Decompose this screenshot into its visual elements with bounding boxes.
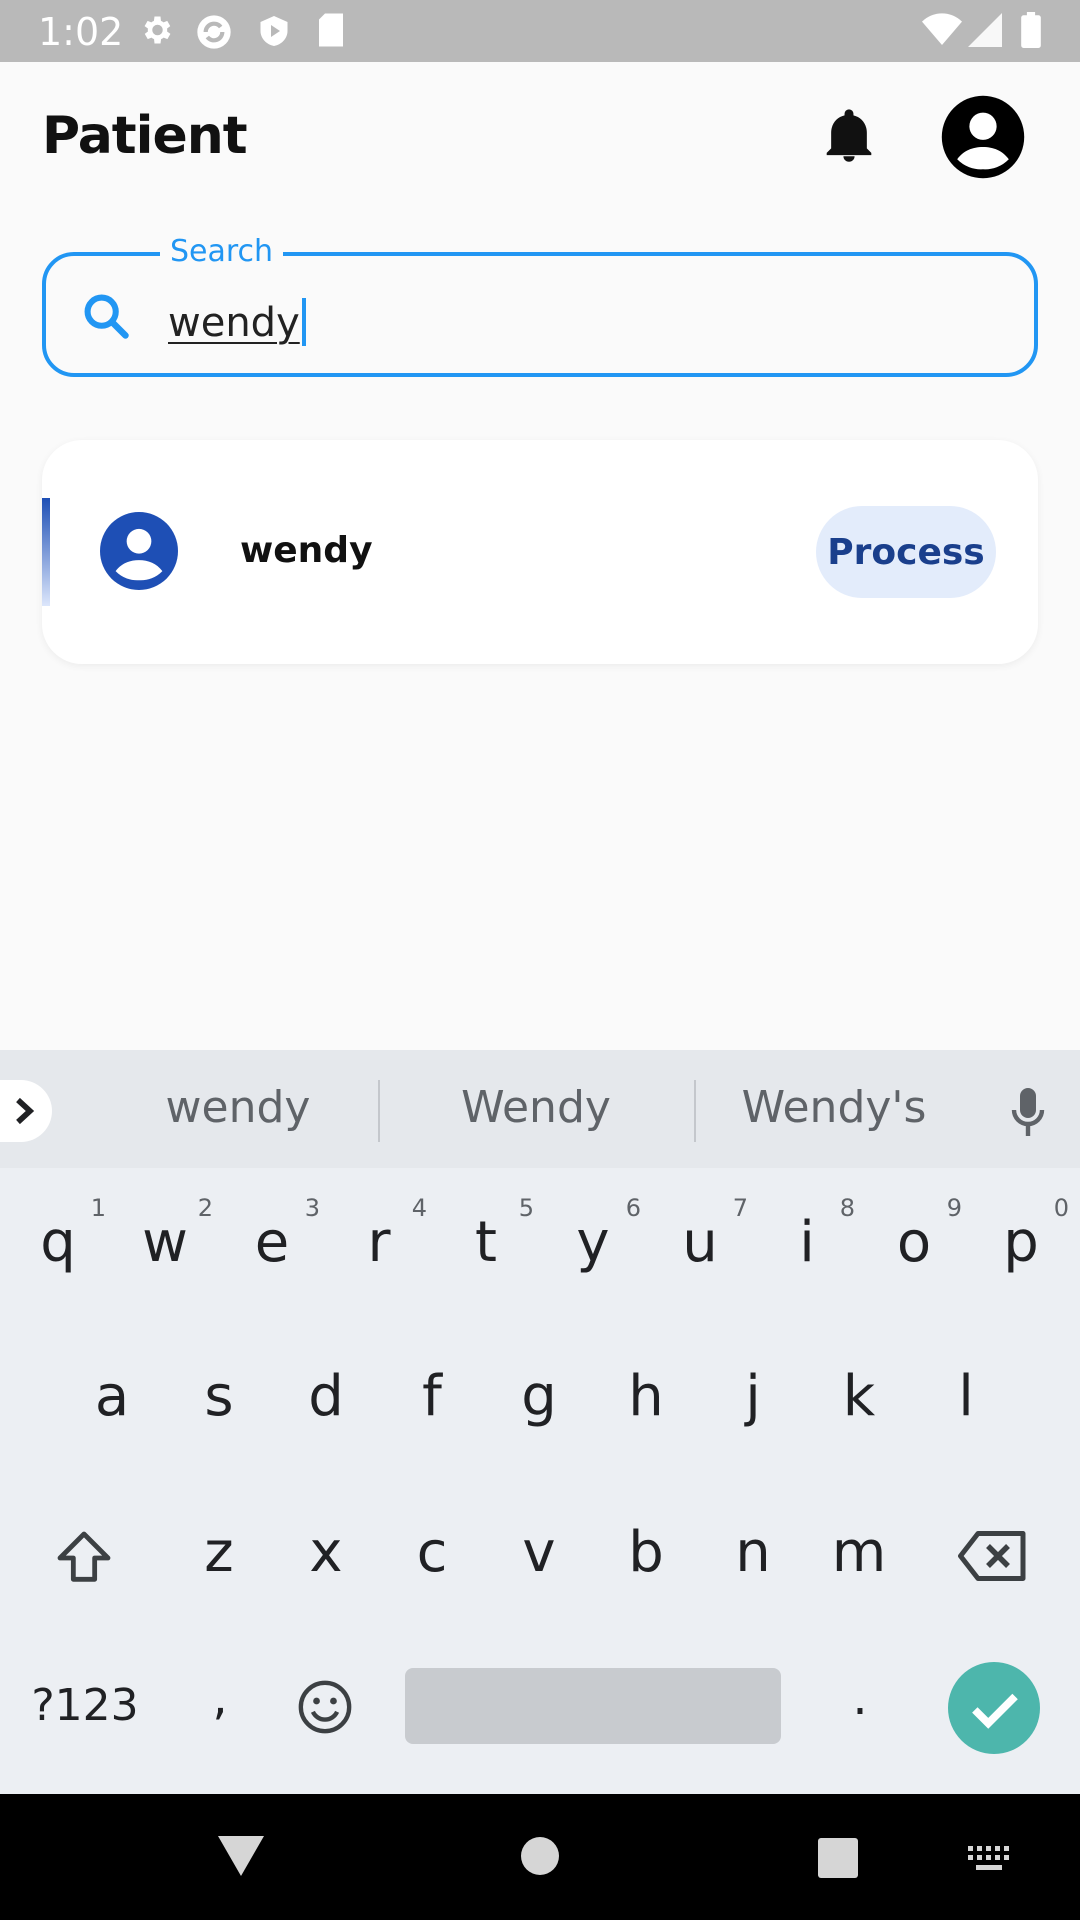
- key-period[interactable]: .: [840, 1670, 880, 1726]
- sync-icon: [197, 15, 231, 49]
- search-icon: [84, 294, 129, 339]
- key-j[interactable]: j: [723, 1364, 783, 1429]
- wifi-icon: [922, 13, 962, 45]
- status-time: 1:02: [38, 10, 124, 54]
- battery-icon: [1021, 12, 1041, 48]
- play-protect-icon: [260, 16, 288, 46]
- key-e[interactable]: e3: [242, 1194, 320, 1275]
- suggestion-3[interactable]: Wendy's: [734, 1082, 934, 1133]
- key-a[interactable]: a: [82, 1364, 142, 1429]
- suggestion-strip: wendy Wendy Wendy's: [0, 1050, 1080, 1168]
- home-icon[interactable]: [520, 1836, 560, 1876]
- key-n[interactable]: n: [723, 1520, 783, 1585]
- sd-card-icon: [319, 13, 343, 47]
- app-bar: Patient: [0, 62, 1080, 212]
- key-comma[interactable]: ,: [200, 1670, 240, 1726]
- suggestion-divider: [378, 1080, 380, 1142]
- account-circle-icon[interactable]: [940, 94, 1026, 180]
- signal-icon: [968, 13, 1002, 47]
- key-g[interactable]: g: [509, 1364, 569, 1429]
- key-r[interactable]: r4: [349, 1194, 427, 1275]
- person-avatar-icon: [100, 512, 178, 590]
- key-v[interactable]: v: [509, 1520, 569, 1585]
- key-c[interactable]: c: [402, 1520, 462, 1585]
- key-f[interactable]: f: [402, 1364, 462, 1429]
- key-k[interactable]: k: [829, 1364, 889, 1429]
- backspace-icon[interactable]: [958, 1528, 1028, 1584]
- gear-icon: [144, 16, 171, 44]
- microphone-icon[interactable]: [1010, 1086, 1046, 1138]
- key-l[interactable]: l: [936, 1364, 996, 1429]
- search-field-value[interactable]: wendy: [168, 298, 306, 346]
- keyboard-switch-icon[interactable]: [968, 1846, 1010, 1872]
- patient-name: wendy: [240, 530, 373, 571]
- key-y[interactable]: y6: [563, 1194, 641, 1275]
- key-q[interactable]: q1: [28, 1194, 106, 1275]
- space-key[interactable]: [405, 1668, 781, 1744]
- enter-key[interactable]: [948, 1662, 1040, 1754]
- search-label: Search: [160, 234, 284, 269]
- shift-icon[interactable]: [52, 1526, 116, 1590]
- key-z[interactable]: z: [189, 1520, 249, 1585]
- key-p[interactable]: p0: [991, 1194, 1069, 1275]
- expand-toolbar-button[interactable]: [0, 1080, 52, 1142]
- recents-icon[interactable]: [818, 1838, 858, 1878]
- key-w[interactable]: w2: [135, 1194, 213, 1275]
- key-o[interactable]: o9: [884, 1194, 962, 1275]
- key-b[interactable]: b: [616, 1520, 676, 1585]
- text-caret: [301, 298, 306, 346]
- page-title: Patient: [42, 106, 248, 166]
- suggestion-divider: [694, 1080, 696, 1142]
- suggestion-2[interactable]: Wendy: [436, 1082, 636, 1133]
- key-s[interactable]: s: [189, 1364, 249, 1429]
- suggestion-1[interactable]: wendy: [138, 1082, 338, 1133]
- key-x[interactable]: x: [296, 1520, 356, 1585]
- patient-card[interactable]: wendy Process: [42, 440, 1038, 664]
- key-d[interactable]: d: [296, 1364, 356, 1429]
- key-h[interactable]: h: [616, 1364, 676, 1429]
- chevron-right-icon: [16, 1097, 35, 1125]
- key-m[interactable]: m: [829, 1520, 889, 1585]
- symbols-key[interactable]: ?123: [30, 1680, 140, 1731]
- key-t[interactable]: t5: [456, 1194, 534, 1275]
- back-icon[interactable]: [218, 1834, 264, 1878]
- status-bar: 1:02: [0, 0, 1080, 62]
- key-u[interactable]: u7: [670, 1194, 748, 1275]
- check-icon: [972, 1693, 1018, 1729]
- navigation-bar: [0, 1794, 1080, 1920]
- emoji-icon[interactable]: [296, 1678, 354, 1736]
- bell-icon[interactable]: [822, 106, 876, 164]
- card-accent-bar: [42, 498, 50, 606]
- key-i[interactable]: i8: [777, 1194, 855, 1275]
- process-button[interactable]: Process: [816, 506, 996, 598]
